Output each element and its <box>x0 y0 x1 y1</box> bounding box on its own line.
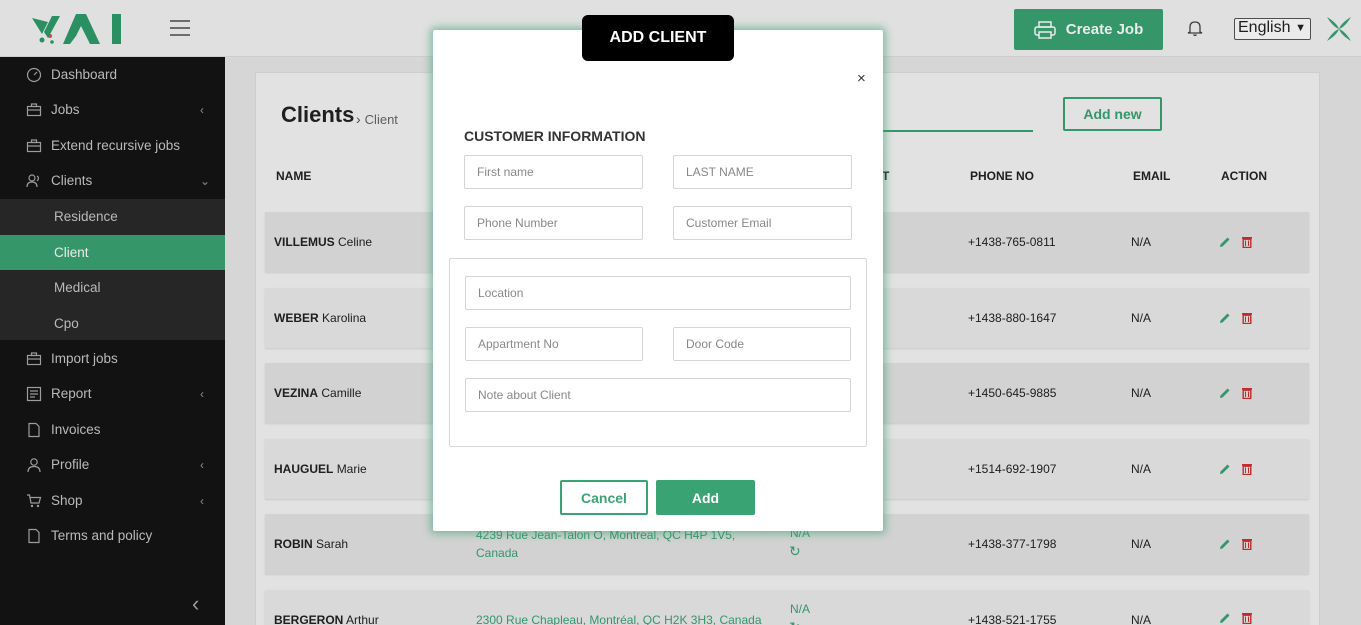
close-icon[interactable]: × <box>857 70 866 87</box>
client-note-field[interactable] <box>465 378 851 412</box>
cancel-button[interactable]: Cancel <box>560 480 648 515</box>
phone-number-field[interactable] <box>464 206 643 240</box>
customer-information-heading: CUSTOMER INFORMATION <box>464 128 646 144</box>
apartment-no-field[interactable] <box>465 327 643 361</box>
location-field[interactable] <box>465 276 851 310</box>
add-button[interactable]: Add <box>656 480 755 515</box>
customer-email-field[interactable] <box>673 206 852 240</box>
modal-title: ADD CLIENT <box>582 15 734 61</box>
first-name-field[interactable] <box>464 155 643 189</box>
door-code-field[interactable] <box>673 327 851 361</box>
last-name-field[interactable] <box>673 155 852 189</box>
